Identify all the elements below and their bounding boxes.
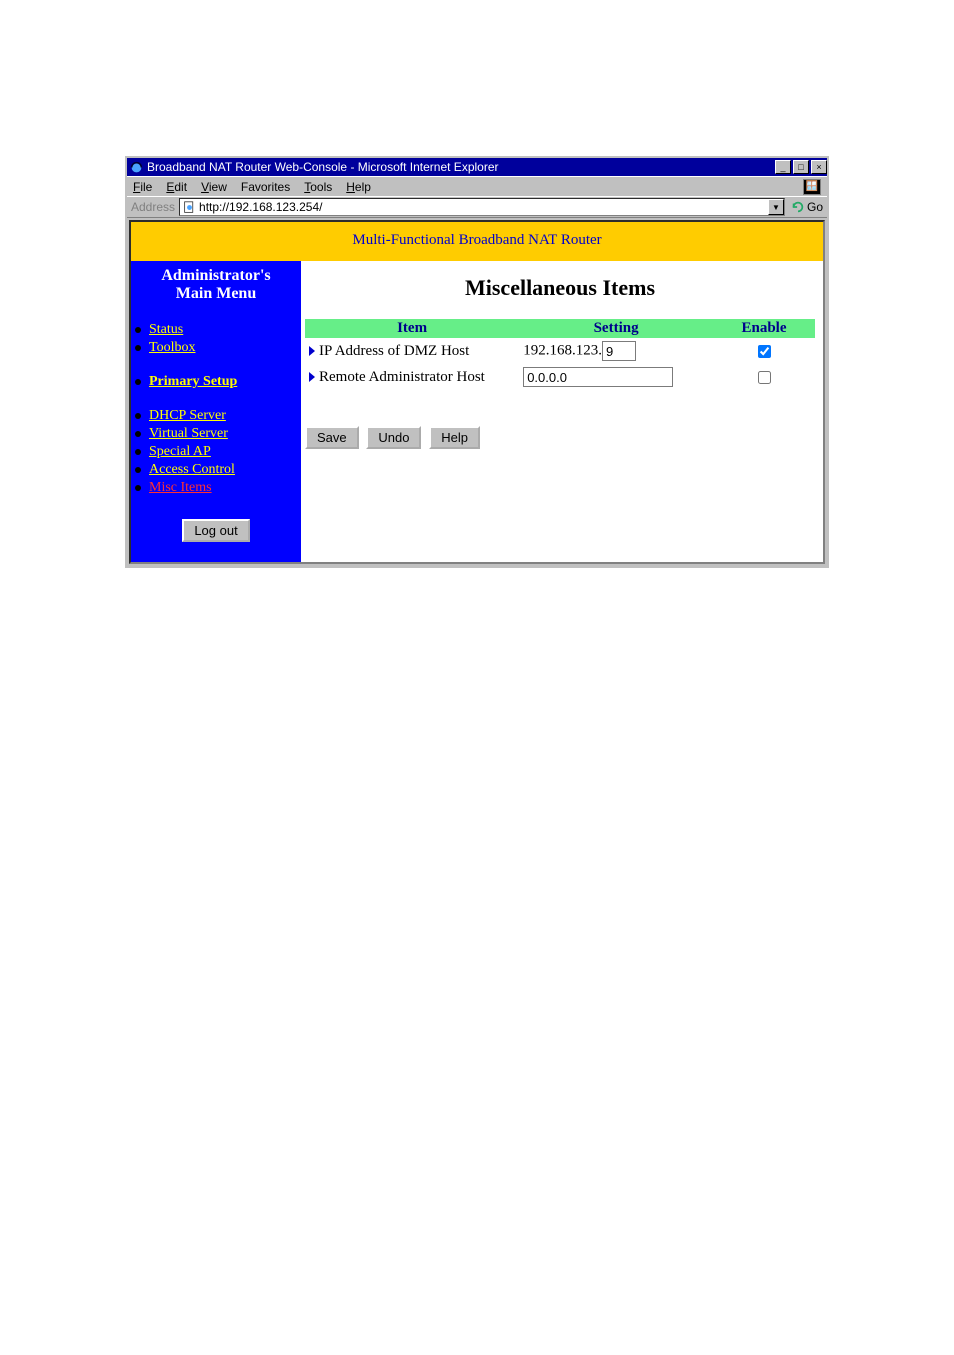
client-area: Multi-Functional Broadband NAT Router Ad…	[129, 220, 825, 564]
menu-file[interactable]: File	[133, 180, 152, 194]
ie-throbber-icon: 🪟	[803, 179, 821, 195]
bullet-icon	[135, 485, 141, 491]
address-input[interactable]: http://192.168.123.254/ ▼	[179, 198, 785, 216]
bullet-icon	[135, 345, 141, 351]
arrow-icon	[309, 372, 315, 382]
bullet-icon	[135, 467, 141, 473]
dmz-enable-checkbox[interactable]	[758, 345, 771, 358]
items-table: Item Setting Enable IP Address of DMZ Ho…	[305, 319, 815, 390]
menu-edit[interactable]: Edit	[166, 180, 187, 194]
dmz-label: IP Address of DMZ Host	[319, 343, 469, 359]
address-label: Address	[131, 200, 175, 214]
remote-label: Remote Administrator Host	[319, 369, 485, 385]
save-button[interactable]: Save	[305, 426, 359, 449]
sidebar-group-2: Primary Setup	[135, 373, 297, 391]
col-enable: Enable	[713, 319, 815, 338]
window-title: Broadband NAT Router Web-Console - Micro…	[147, 160, 773, 174]
menu-bar: File Edit View Favorites Tools Help 🪟	[127, 176, 827, 196]
content-pane: Miscellaneous Items Item Setting Enable …	[301, 261, 823, 562]
row-remote-admin: Remote Administrator Host	[305, 364, 815, 390]
page-icon	[182, 200, 196, 214]
bullet-icon	[135, 431, 141, 437]
address-bar: Address http://192.168.123.254/ ▼ Go	[127, 196, 827, 218]
arrow-icon	[309, 346, 315, 356]
sidebar: Administrator's Main Menu Status Toolbox…	[131, 261, 301, 562]
logout-button[interactable]: Log out	[182, 519, 249, 542]
menu-help[interactable]: Help	[346, 180, 371, 194]
ie-icon	[129, 160, 143, 174]
help-button[interactable]: Help	[429, 426, 480, 449]
menu-favorites[interactable]: Favorites	[241, 180, 290, 194]
content-title: Miscellaneous Items	[305, 275, 815, 301]
sidebar-item-primary-setup[interactable]: Primary Setup	[135, 373, 297, 391]
minimize-button[interactable]: _	[775, 160, 791, 174]
address-dropdown-button[interactable]: ▼	[768, 199, 784, 215]
close-button[interactable]: ×	[811, 160, 827, 174]
bullet-icon	[135, 449, 141, 455]
maximize-button[interactable]: □	[793, 160, 809, 174]
button-row: Save Undo Help	[305, 426, 815, 449]
banner: Multi-Functional Broadband NAT Router	[131, 222, 823, 261]
remote-host-input[interactable]	[523, 367, 673, 387]
row-dmz-host: IP Address of DMZ Host 192.168.123.	[305, 338, 815, 364]
sidebar-item-access-control[interactable]: Access Control	[135, 461, 297, 479]
sidebar-item-special-ap[interactable]: Special AP	[135, 443, 297, 461]
dmz-ip-input[interactable]	[602, 341, 636, 361]
sidebar-group-1: Status Toolbox	[135, 321, 297, 357]
sidebar-item-virtual-server[interactable]: Virtual Server	[135, 425, 297, 443]
sidebar-item-dhcp-server[interactable]: DHCP Server	[135, 407, 297, 425]
undo-button[interactable]: Undo	[366, 426, 421, 449]
remote-enable-checkbox[interactable]	[758, 371, 771, 384]
menu-view[interactable]: View	[201, 180, 227, 194]
sidebar-item-toolbox[interactable]: Toolbox	[135, 339, 297, 357]
dmz-ip-prefix: 192.168.123.	[523, 342, 602, 358]
bullet-icon	[135, 327, 141, 333]
col-item: Item	[305, 319, 519, 338]
bullet-icon	[135, 379, 141, 385]
address-url: http://192.168.123.254/	[199, 200, 322, 214]
sidebar-group-3: DHCP Server Virtual Server Special AP Ac…	[135, 407, 297, 497]
col-setting: Setting	[519, 319, 713, 338]
menu-tools[interactable]: Tools	[304, 180, 332, 194]
sidebar-title: Administrator's Main Menu	[135, 267, 297, 303]
sidebar-item-misc-items[interactable]: Misc Items	[135, 479, 297, 497]
title-bar: Broadband NAT Router Web-Console - Micro…	[127, 158, 827, 176]
browser-window: Broadband NAT Router Web-Console - Micro…	[125, 156, 829, 568]
sidebar-item-status[interactable]: Status	[135, 321, 297, 339]
bullet-icon	[135, 413, 141, 419]
go-button[interactable]: Go	[791, 200, 823, 214]
table-header-row: Item Setting Enable	[305, 319, 815, 338]
